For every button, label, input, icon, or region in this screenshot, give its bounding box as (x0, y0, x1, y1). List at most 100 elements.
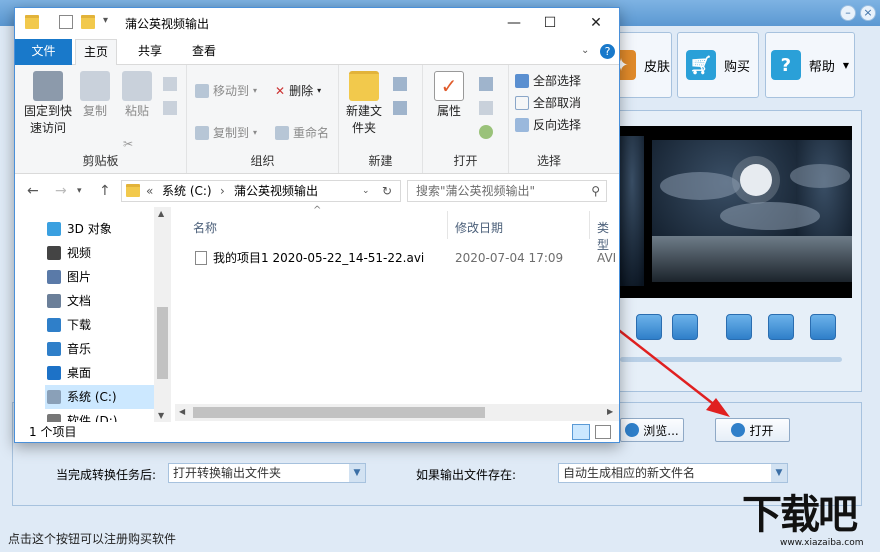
explorer-titlebar: ▾ 蒲公英视频输出 — ☐ ✕ (15, 8, 619, 39)
copy-to-button[interactable]: 复制到 ▾ (195, 123, 257, 143)
pin-icon (33, 71, 63, 101)
cut-icon[interactable]: ✂ (123, 137, 133, 151)
edit-icon[interactable] (479, 101, 493, 115)
desktop-icon (47, 366, 61, 380)
recent-dropdown-icon[interactable]: ▾ (77, 186, 82, 196)
details-view-icon[interactable] (572, 424, 590, 440)
move-to-button[interactable]: 移动到 ▾ (195, 81, 257, 101)
copy-button[interactable]: 复制 (77, 71, 113, 120)
select-none-icon (515, 96, 529, 110)
paste-icon (122, 71, 152, 101)
nav-item-downloads[interactable]: 下载 (45, 313, 169, 337)
refresh-icon[interactable]: ↻ (382, 181, 392, 201)
new-folder-icon[interactable] (81, 15, 95, 29)
nav-item-music[interactable]: 音乐 (45, 337, 169, 361)
rename-button[interactable]: 重命名 (275, 123, 329, 143)
nav-scrollbar[interactable]: ▲ ▼ (154, 207, 171, 425)
nav-label: 文档 (67, 294, 92, 308)
large-icons-view-icon[interactable] (595, 425, 611, 439)
nav-label: 桌面 (67, 366, 92, 380)
chevron-down-icon[interactable]: ▾ (103, 15, 117, 29)
scroll-thumb[interactable] (193, 407, 485, 418)
explorer-statusbar: 1 个项目 (15, 422, 619, 442)
invert-selection-button[interactable]: 反向选择 (515, 115, 581, 135)
tab-share[interactable]: 共享 (129, 39, 171, 65)
file-type: AVI (597, 251, 617, 265)
maximize-icon[interactable]: ☐ (535, 12, 565, 34)
delete-icon: ✕ (275, 84, 286, 98)
properties-icon[interactable] (59, 15, 73, 29)
select-none-button[interactable]: 全部取消 (515, 93, 581, 113)
up-icon[interactable]: ↑ (99, 183, 111, 199)
easy-access-icon[interactable] (393, 101, 407, 115)
scroll-up-icon[interactable]: ▲ (158, 209, 164, 218)
back-icon[interactable]: ← (27, 183, 39, 199)
select-none-label: 全部取消 (533, 96, 582, 110)
explorer-title: 蒲公英视频输出 (125, 17, 210, 31)
nav-item-desktop[interactable]: 桌面 (45, 361, 169, 385)
file-name: 我的项目1 2020-05-22_14-51-22.avi (213, 251, 425, 265)
column-separator[interactable] (589, 211, 590, 239)
open-icon[interactable] (479, 77, 493, 91)
file-list-scrollbar[interactable]: ◀ ▶ (175, 404, 619, 421)
select-all-icon (515, 74, 529, 88)
clipboard-group: 固定到快速访问 复制 粘贴 ✂ 剪贴板 (15, 65, 187, 173)
address-bar[interactable]: « 系统 (C:) › 蒲公英视频输出 ⌄ ↻ (121, 180, 401, 202)
move-icon (195, 84, 209, 98)
pin-quick-access-button[interactable]: 固定到快速访问 (21, 71, 75, 137)
minimize-icon[interactable]: — (499, 12, 529, 34)
open-group: ✓ 属性 打开 (423, 65, 509, 173)
column-separator[interactable] (447, 211, 448, 239)
nav-item-3d-objects[interactable]: 3D 对象 (45, 217, 169, 241)
nav-label: 3D 对象 (67, 222, 112, 236)
paste-shortcut-icon[interactable] (163, 101, 177, 115)
address-bar-row: ← → ▾ ↑ « 系统 (C:) › 蒲公英视频输出 ⌄ ↻ 搜索"蒲公英视频… (15, 175, 619, 207)
help-icon[interactable]: ? (600, 44, 615, 59)
new-folder-button[interactable]: 新建文件夹 (341, 71, 387, 137)
copy-path-icon[interactable] (163, 77, 177, 91)
delete-button[interactable]: ✕ 删除 ▾ (275, 81, 321, 101)
new-folder-icon (349, 71, 379, 101)
column-date[interactable]: 修改日期 (455, 219, 503, 236)
tab-home[interactable]: 主页 (75, 39, 117, 66)
chevron-down-icon[interactable]: ⌄ (581, 45, 589, 56)
nav-item-drive-c[interactable]: 系统 (C:) (45, 385, 169, 409)
tab-view[interactable]: 查看 (183, 39, 225, 65)
forward-icon[interactable]: → (55, 183, 67, 199)
nav-label: 系统 (C:) (67, 390, 117, 404)
tab-file[interactable]: 文件 (15, 39, 72, 65)
file-date: 2020-07-04 17:09 (455, 251, 564, 265)
breadcrumb-drive[interactable]: 系统 (C:) (162, 181, 212, 201)
scroll-right-icon[interactable]: ▶ (607, 407, 613, 416)
nav-item-documents[interactable]: 文档 (45, 289, 169, 313)
properties-button[interactable]: ✓ 属性 (431, 71, 467, 120)
column-name[interactable]: 名称 (193, 219, 217, 236)
close-icon[interactable]: ✕ (581, 12, 611, 34)
delete-label: 删除 (289, 84, 314, 98)
scroll-down-icon[interactable]: ▼ (158, 411, 164, 420)
scroll-thumb[interactable] (157, 307, 168, 379)
document-icon (47, 294, 61, 308)
nav-label: 视频 (67, 246, 92, 260)
table-row[interactable]: 我的项目1 2020-05-22_14-51-22.avi 2020-07-04… (189, 247, 619, 269)
file-list: ^ 名称 修改日期 类型 我的项目1 2020-05-22_14-51-22.a… (175, 205, 619, 402)
organize-group: 移动到 ▾ 复制到 ▾ ✕ 删除 ▾ 重命名 组织 (187, 65, 339, 173)
select-all-button[interactable]: 全部选择 (515, 71, 581, 91)
nav-label: 下载 (67, 318, 92, 332)
paste-button[interactable]: 粘贴 (119, 71, 155, 120)
item-count: 1 个项目 (29, 425, 77, 439)
new-item-icon[interactable] (393, 77, 407, 91)
breadcrumb-folder[interactable]: 蒲公英视频输出 (234, 181, 318, 201)
ribbon-tabs: 文件 主页 共享 查看 ⌄ ? (15, 39, 619, 66)
copy-to-icon (195, 126, 209, 140)
nav-item-pictures[interactable]: 图片 (45, 265, 169, 289)
history-icon[interactable] (479, 125, 493, 139)
chevron-down-icon[interactable]: ⌄ (362, 181, 370, 201)
nav-item-videos[interactable]: 视频 (45, 241, 169, 265)
open-group-name: 打开 (453, 154, 478, 168)
scroll-left-icon[interactable]: ◀ (179, 407, 185, 416)
search-input[interactable]: 搜索"蒲公英视频输出" ⚲ (407, 180, 607, 202)
folder-icon (126, 184, 140, 197)
breadcrumb-separator-icon: › (220, 184, 225, 198)
new-folder-label: 新建文件夹 (345, 104, 382, 135)
